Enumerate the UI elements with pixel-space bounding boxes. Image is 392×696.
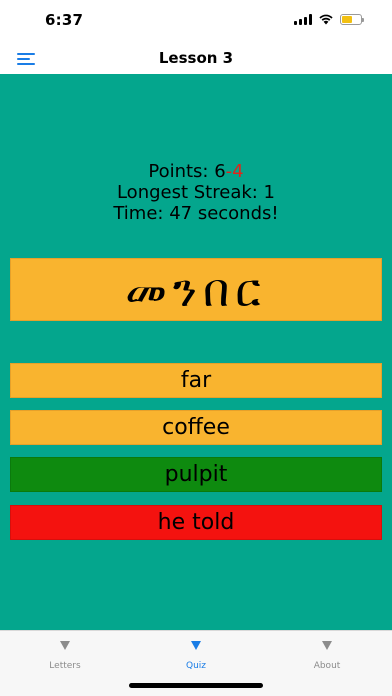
- points-label: Points:: [148, 161, 215, 182]
- battery-icon: [340, 13, 364, 25]
- status-bar: 6:37: [0, 0, 392, 44]
- cellular-signal-icon: [294, 13, 312, 25]
- triangle-down-icon: [322, 641, 332, 650]
- tab-label: Letters: [49, 661, 81, 671]
- tab-label: About: [313, 661, 341, 671]
- status-icons: [294, 13, 364, 25]
- answer-option-far[interactable]: far: [10, 363, 382, 398]
- tab-about[interactable]: About: [262, 631, 392, 679]
- longest-streak: Longest Streak: 1: [116, 182, 276, 203]
- points-penalty: -4: [225, 161, 244, 182]
- answer-option-he-told[interactable]: he told: [10, 505, 382, 540]
- triangle-down-icon: [60, 641, 70, 650]
- tab-label: Quiz: [185, 661, 206, 671]
- elapsed-time: Time: 47 seconds!: [113, 203, 279, 224]
- answer-option-pulpit[interactable]: pulpit: [10, 457, 382, 492]
- tab-quiz[interactable]: Quiz: [131, 631, 261, 679]
- question-word-card: መንበር: [10, 258, 382, 321]
- battery-level: [342, 15, 352, 23]
- points-line: Points: 6-4: [0, 161, 392, 182]
- question-word: መንበር: [125, 262, 267, 317]
- tab-letters[interactable]: Letters: [0, 631, 130, 679]
- answer-option-coffee[interactable]: coffee: [10, 410, 382, 445]
- navigation-bar: Lesson 3: [0, 44, 392, 74]
- home-indicator[interactable]: [129, 683, 263, 688]
- triangle-down-icon: [191, 641, 201, 650]
- points-value: 6: [214, 161, 226, 182]
- quiz-area: Points: 6-4 Longest Streak: 1 Time: 47 s…: [0, 74, 392, 630]
- wifi-icon: [319, 14, 333, 25]
- quiz-stats: Points: 6-4 Longest Streak: 1 Time: 47 s…: [0, 161, 392, 224]
- status-time: 6:37: [45, 11, 84, 29]
- page-title: Lesson 3: [158, 49, 234, 67]
